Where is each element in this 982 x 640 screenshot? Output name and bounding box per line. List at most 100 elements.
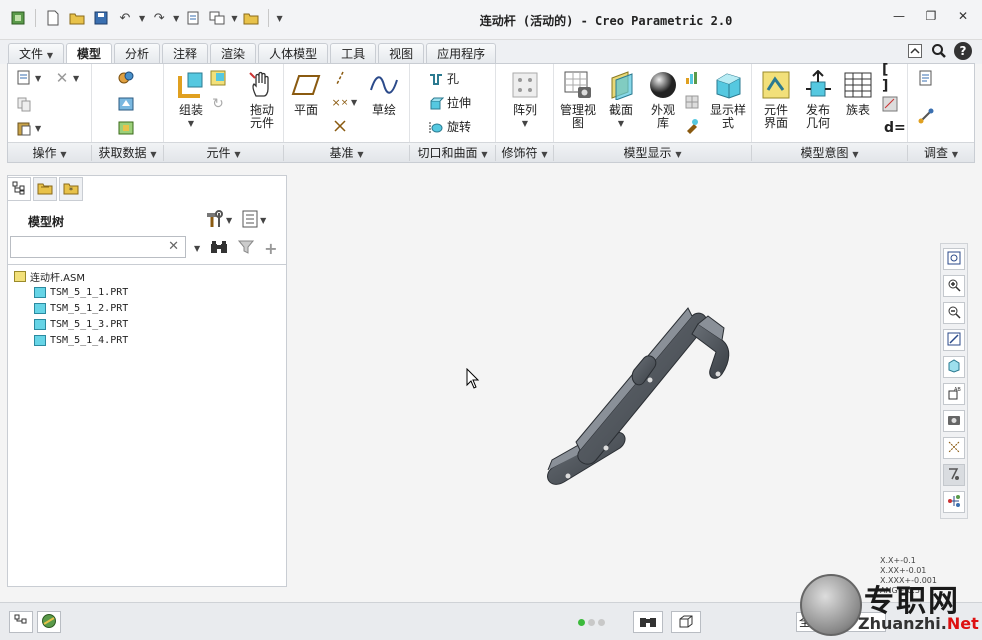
saved-orientations-button[interactable] bbox=[684, 94, 700, 110]
plane-button[interactable]: 平面 bbox=[290, 70, 322, 117]
saved-orientation-icon: AB bbox=[947, 386, 961, 403]
pattern-button[interactable]: 阵列 ▼ bbox=[506, 70, 544, 130]
tree-item-part[interactable]: TSM_5_1_1.PRT bbox=[14, 284, 128, 300]
add-column-icon[interactable]: + bbox=[264, 239, 277, 258]
repeat-button[interactable]: ↻ bbox=[210, 96, 226, 112]
maximize-icon[interactable]: ❐ bbox=[922, 8, 940, 24]
tab-model-tree[interactable] bbox=[7, 177, 31, 201]
extrude-button[interactable]: 拉伸 bbox=[428, 94, 471, 111]
group-label-get-data[interactable]: 获取数据 ▼ bbox=[92, 145, 164, 161]
group-label-investigate[interactable]: 调查 ▼ bbox=[908, 145, 974, 161]
tree-search-input[interactable] bbox=[11, 237, 161, 257]
perspective-button[interactable] bbox=[684, 70, 700, 86]
group-label-operations[interactable]: 操作 ▼ bbox=[8, 145, 92, 161]
switch-dimensions-icon bbox=[882, 96, 898, 112]
layers-button[interactable] bbox=[684, 118, 700, 134]
hole-icon bbox=[428, 71, 444, 87]
tree-settings-button[interactable]: ▼ bbox=[204, 210, 232, 231]
hole-button[interactable]: 孔 bbox=[428, 70, 459, 87]
annotation-display-button[interactable] bbox=[943, 464, 965, 486]
tab-tools[interactable]: 工具 bbox=[330, 43, 377, 64]
chevron-down-icon: ▼ bbox=[234, 150, 241, 159]
tree-item-part[interactable]: TSM_5_1_3.PRT bbox=[14, 316, 128, 332]
assemble-button[interactable]: 组装 ▼ bbox=[170, 70, 212, 130]
axis-button[interactable] bbox=[332, 70, 348, 86]
section-button[interactable]: 截面 ▼ bbox=[604, 70, 638, 130]
group-label-modifiers[interactable]: 修饰符 ▼ bbox=[496, 145, 554, 161]
group-label-datum[interactable]: 基准 ▼ bbox=[284, 145, 410, 161]
tab-render[interactable]: 渲染 bbox=[210, 43, 257, 64]
view-manager-button[interactable] bbox=[943, 410, 965, 432]
collapse-ribbon-icon[interactable] bbox=[906, 42, 924, 60]
sketch-button[interactable]: 草绘 bbox=[366, 70, 402, 117]
tree-item-part[interactable]: TSM_5_1_2.PRT bbox=[14, 300, 128, 316]
tab-view[interactable]: 视图 bbox=[378, 43, 425, 64]
family-table-button[interactable]: 族表 bbox=[840, 70, 876, 117]
display-style-view-button[interactable] bbox=[943, 356, 965, 378]
find-button[interactable] bbox=[633, 611, 663, 633]
chevron-down-icon: ▼ bbox=[521, 119, 529, 128]
group-label-model-display[interactable]: 模型显示 ▼ bbox=[554, 145, 752, 161]
display-style-button[interactable]: 显示样 式 bbox=[706, 70, 750, 130]
chevron-down-icon: ▼ bbox=[357, 150, 364, 159]
tab-annotate[interactable]: 注释 bbox=[162, 43, 209, 64]
tree-root-assembly[interactable]: 连动杆.ASM bbox=[14, 268, 128, 284]
saved-orientations-view-button[interactable]: AB bbox=[943, 383, 965, 405]
group-label-component[interactable]: 元件 ▼ bbox=[164, 145, 284, 161]
relations-button[interactable]: d= bbox=[884, 120, 906, 136]
manage-views-button[interactable]: 管理视 图 bbox=[558, 70, 598, 130]
binoculars-icon[interactable] bbox=[210, 240, 228, 257]
assembly-icon bbox=[14, 270, 26, 282]
copy-button[interactable] bbox=[16, 96, 32, 112]
delete-button[interactable]: ✕ ▼ bbox=[54, 69, 79, 87]
paste-button[interactable]: ▼ bbox=[16, 120, 41, 136]
watermark-logo-icon bbox=[800, 574, 862, 636]
linkage-3d-model[interactable] bbox=[540, 300, 740, 500]
saved-views-icon bbox=[684, 94, 700, 110]
shrinkwrap-button[interactable] bbox=[118, 120, 134, 136]
tab-manikin[interactable]: 人体模型 bbox=[258, 43, 329, 64]
create-component-button[interactable] bbox=[210, 70, 226, 86]
toggle-browser-button[interactable] bbox=[37, 611, 61, 633]
clear-search-icon[interactable]: ✕ bbox=[168, 239, 179, 254]
zoom-in-button[interactable] bbox=[943, 275, 965, 297]
spin-center-button[interactable] bbox=[943, 491, 965, 513]
reference-viewer-button[interactable] bbox=[918, 108, 934, 124]
selected-items-button[interactable] bbox=[671, 611, 701, 633]
search-icon[interactable] bbox=[930, 42, 948, 60]
tab-file[interactable]: 文件 ▼ bbox=[8, 43, 64, 64]
drag-components-button[interactable]: 拖动 元件 bbox=[244, 70, 280, 130]
close-icon[interactable]: ✕ bbox=[954, 8, 972, 24]
help-icon[interactable]: ? bbox=[954, 42, 972, 60]
repaint-button[interactable] bbox=[943, 329, 965, 351]
toggle-navigator-button[interactable] bbox=[9, 611, 33, 633]
parameters-button[interactable]: [ ] bbox=[882, 62, 898, 94]
tab-model[interactable]: 模型 bbox=[66, 43, 113, 65]
appearance-gallery-button[interactable]: 外观 库 bbox=[646, 70, 680, 130]
minimize-icon[interactable]: — bbox=[890, 8, 908, 24]
regenerate-button[interactable]: ▼ bbox=[16, 70, 41, 86]
tab-applications[interactable]: 应用程序 bbox=[426, 43, 497, 64]
user-defined-feature-button[interactable] bbox=[118, 70, 134, 86]
group-label-model-intent[interactable]: 模型意图 ▼ bbox=[752, 145, 908, 161]
group-label-cut-surface[interactable]: 切口和曲面 ▼ bbox=[410, 145, 496, 161]
filter-icon[interactable] bbox=[238, 239, 255, 258]
datum-display-button[interactable] bbox=[943, 437, 965, 459]
zoom-out-button[interactable] bbox=[943, 302, 965, 324]
bar-chart-icon bbox=[684, 70, 700, 86]
publish-geometry-button[interactable]: 发布 几何 bbox=[798, 70, 838, 130]
tab-analysis[interactable]: 分析 bbox=[114, 43, 161, 64]
show-menu-button[interactable]: ▼ bbox=[242, 210, 266, 231]
revolve-button[interactable]: 旋转 bbox=[428, 118, 471, 135]
model-info-button[interactable] bbox=[918, 70, 934, 86]
csys-button[interactable] bbox=[332, 118, 348, 134]
switch-dimensions-button[interactable] bbox=[882, 96, 898, 112]
refit-button[interactable] bbox=[943, 248, 965, 270]
point-button[interactable]: × × ▼ bbox=[332, 94, 358, 110]
tab-folder-browser[interactable] bbox=[33, 177, 57, 201]
component-interface-button[interactable]: 元件 界面 bbox=[756, 70, 796, 130]
tab-favorites[interactable]: * bbox=[59, 177, 83, 201]
tree-item-part[interactable]: TSM_5_1_4.PRT bbox=[14, 332, 128, 348]
search-dropdown-icon[interactable]: ▼ bbox=[194, 244, 200, 253]
copy-geometry-button[interactable] bbox=[118, 96, 134, 112]
